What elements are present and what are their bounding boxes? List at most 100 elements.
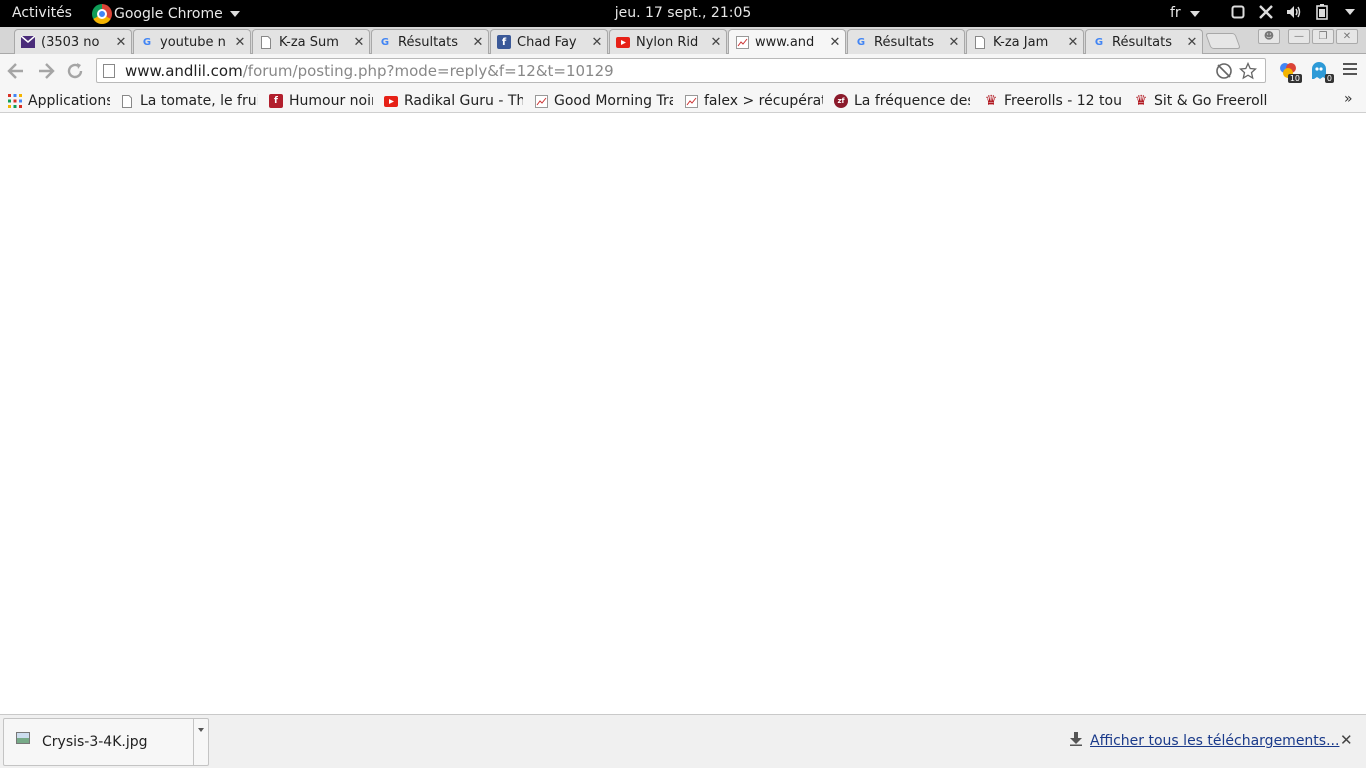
address-bar[interactable]: www.andlil.com/forum/posting.php?mode=re… (96, 58, 1266, 83)
chart-icon (534, 94, 548, 108)
tab-facebook[interactable]: f Chad Fay ✕ (490, 29, 608, 54)
bookmark-good-morning[interactable]: Good Morning Tra (534, 91, 673, 111)
clock[interactable]: jeu. 17 sept., 21:05 (615, 5, 752, 21)
chart-icon (735, 35, 749, 49)
download-item[interactable]: Crysis-3-4K.jpg (3, 718, 209, 766)
bookmark-label: La tomate, le fruit (140, 93, 258, 109)
tab-kza-summer[interactable]: K-za Sum ✕ (252, 29, 370, 54)
new-tab-button[interactable] (1205, 33, 1241, 49)
close-icon[interactable]: ✕ (472, 35, 484, 50)
poker-icon: ♛ (1134, 93, 1148, 109)
keyboard-layout-label: fr (1170, 5, 1181, 21)
keyboard-layout-menu[interactable]: fr (1170, 5, 1200, 21)
tab-title: Résultats (1112, 34, 1173, 50)
bookmark-frequence[interactable]: zf La fréquence des (834, 91, 970, 111)
close-icon[interactable]: ✕ (829, 35, 841, 50)
back-button[interactable] (6, 61, 26, 81)
bookmark-applications[interactable]: Applications (8, 91, 110, 111)
volume-icon[interactable] (1286, 4, 1302, 20)
minimize-button[interactable]: — (1288, 29, 1310, 44)
tab-results-1[interactable]: G Résultats ✕ (371, 29, 489, 54)
airplane-mode-icon[interactable] (1258, 4, 1274, 20)
google-icon: G (142, 36, 152, 48)
close-icon[interactable]: ✕ (353, 35, 365, 50)
poker-icon: ♛ (984, 93, 998, 109)
close-icon[interactable]: ✕ (710, 35, 722, 50)
activities-button[interactable]: Activités (12, 5, 72, 21)
bookmark-falex[interactable]: falex > récupérati (684, 91, 823, 111)
window-icon[interactable] (1230, 4, 1246, 20)
bookmark-star-icon[interactable] (1238, 61, 1258, 84)
page-icon (973, 35, 987, 49)
blocked-content-icon[interactable] (1215, 62, 1233, 84)
tab-gmail[interactable]: (3503 no ✕ (14, 29, 132, 54)
google-icon: G (856, 36, 866, 48)
tab-title: Chad Fay (517, 34, 577, 50)
chevron-down-icon (229, 11, 240, 17)
tab-results-3[interactable]: G Résultats ✕ (1085, 29, 1203, 54)
close-window-button[interactable]: ✕ (1336, 29, 1358, 44)
url-path: /forum/posting.php?mode=reply&f=12&t=101… (242, 61, 614, 80)
maximize-button[interactable]: ❐ (1312, 29, 1334, 44)
tab-andlil-active[interactable]: www.and ✕ (728, 29, 846, 54)
youtube-icon (616, 35, 630, 49)
profile-icon[interactable]: ☻ (1258, 29, 1280, 44)
show-all-downloads-link[interactable]: Afficher tous les téléchargements... (1090, 733, 1339, 749)
close-icon[interactable]: ✕ (948, 35, 960, 50)
gnome-top-bar: Activités Google Chrome jeu. 17 sept., 2… (0, 0, 1366, 27)
bookmarks-bar: Applications La tomate, le fruit f Humou… (0, 88, 1366, 113)
tab-kza-jam[interactable]: K-za Jam ✕ (966, 29, 1084, 54)
tab-youtube-video[interactable]: Nylon Rid ✕ (609, 29, 727, 54)
tab-youtube-search[interactable]: G youtube n ✕ (133, 29, 251, 54)
page-icon (103, 63, 115, 78)
extension-button-2[interactable]: 0 (1310, 61, 1334, 83)
bookmark-label: Radikal Guru - The (404, 93, 523, 109)
bookmarks-overflow-chevron-icon[interactable]: » (1344, 91, 1353, 107)
tab-title: Nylon Rid (636, 34, 699, 50)
bookmark-humour-noir[interactable]: f Humour noir (269, 91, 373, 111)
system-tray[interactable] (1230, 4, 1358, 20)
forward-button[interactable] (36, 61, 56, 81)
close-icon[interactable]: ✕ (1340, 731, 1353, 749)
app-menu-label: Google Chrome (114, 6, 223, 22)
extension-badge: 10 (1287, 74, 1302, 83)
chrome-menu-button[interactable] (1343, 63, 1357, 78)
bookmark-radikal-guru[interactable]: Radikal Guru - The (384, 91, 523, 111)
show-all-downloads[interactable]: Afficher tous les téléchargements... (1070, 732, 1339, 750)
page-content (0, 114, 1366, 714)
close-icon[interactable]: ✕ (1186, 35, 1198, 50)
bookmark-sit-go[interactable]: ♛ Sit & Go Freeroll (1134, 91, 1274, 111)
close-icon[interactable]: ✕ (591, 35, 603, 50)
close-icon[interactable]: ✕ (115, 35, 127, 50)
page-icon (259, 35, 273, 49)
page-icon (120, 94, 134, 108)
tab-title: Résultats (874, 34, 935, 50)
extension-button-1[interactable]: 10 (1278, 61, 1302, 83)
reload-button[interactable] (65, 61, 85, 81)
tab-results-2[interactable]: G Résultats ✕ (847, 29, 965, 54)
chrome-logo-icon (92, 4, 112, 24)
battery-icon[interactable] (1314, 4, 1330, 20)
bookmark-tomate[interactable]: La tomate, le fruit (120, 91, 258, 111)
close-icon[interactable]: ✕ (234, 35, 246, 50)
bookmark-freerolls[interactable]: ♛ Freerolls - 12 tou (984, 91, 1123, 111)
close-icon[interactable]: ✕ (1067, 35, 1079, 50)
url-host: www.andlil.com (125, 61, 243, 80)
youtube-icon (384, 94, 398, 108)
download-menu-chevron-icon[interactable] (198, 728, 204, 732)
bookmark-label: falex > récupérati (704, 93, 823, 109)
window-controls: ☻ (1258, 29, 1280, 44)
tab-title: youtube n (160, 34, 226, 50)
bookmark-label: Humour noir (289, 93, 373, 109)
tab-title: www.and (755, 34, 815, 50)
facebook-icon: f (497, 35, 511, 49)
omnibox-actions (1215, 61, 1258, 84)
tab-title: K-za Jam (993, 34, 1049, 50)
zf-icon: zf (834, 94, 848, 108)
mail-icon (21, 35, 35, 49)
apps-grid-icon (8, 94, 22, 108)
google-icon: G (380, 36, 390, 48)
bookmark-label: Freerolls - 12 tou (1004, 93, 1122, 109)
chevron-down-icon[interactable] (1342, 4, 1358, 20)
app-menu[interactable]: Google Chrome (92, 2, 240, 26)
